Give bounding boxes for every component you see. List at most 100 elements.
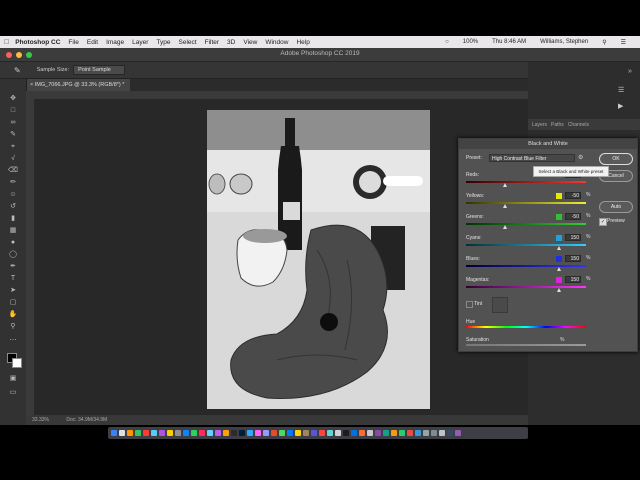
- menu-view[interactable]: View: [243, 39, 257, 46]
- dock-app-icon[interactable]: [399, 430, 405, 436]
- slider-track-yellows[interactable]: [466, 202, 586, 204]
- dock-app-icon[interactable]: [351, 430, 357, 436]
- path-select-icon[interactable]: ➤: [8, 287, 18, 295]
- more-tools-icon[interactable]: ⋯: [8, 337, 18, 345]
- dock-app-icon[interactable]: [287, 430, 293, 436]
- move-tool-icon[interactable]: ✥: [8, 95, 18, 103]
- dock-app-icon[interactable]: [343, 430, 349, 436]
- menu-help[interactable]: Help: [296, 39, 309, 46]
- eyedropper-tool-icon[interactable]: ✎: [14, 66, 21, 75]
- dock-app-icon[interactable]: [111, 430, 117, 436]
- dock-app-icon[interactable]: [375, 430, 381, 436]
- lasso-tool-icon[interactable]: ∞: [8, 119, 18, 127]
- type-tool-icon[interactable]: T: [8, 275, 18, 283]
- slider-thumb-yellows[interactable]: [503, 204, 508, 208]
- dock-app-icon[interactable]: [223, 430, 229, 436]
- clock[interactable]: Thu 8:46 AM: [492, 39, 526, 45]
- zoom-level[interactable]: 33.33%: [32, 417, 49, 423]
- value-input-magentas[interactable]: 150: [565, 276, 581, 283]
- dock-app-icon[interactable]: [423, 430, 429, 436]
- dock-app-icon[interactable]: [311, 430, 317, 436]
- menu-3d[interactable]: 3D: [227, 39, 235, 46]
- dock-app-icon[interactable]: [447, 430, 453, 436]
- tint-color-swatch[interactable]: [492, 297, 508, 313]
- tab-channels[interactable]: Channels: [568, 122, 589, 128]
- menu-list-icon[interactable]: ☰: [621, 39, 626, 46]
- value-input-cyans[interactable]: 150: [565, 234, 581, 241]
- ok-button[interactable]: OK: [599, 153, 633, 165]
- play-actions-icon[interactable]: ▶: [618, 102, 623, 110]
- quick-select-tool-icon[interactable]: ✎: [8, 131, 18, 139]
- slider-thumb-magentas[interactable]: [557, 288, 562, 292]
- dock-app-icon[interactable]: [455, 430, 461, 436]
- menu-window[interactable]: Window: [265, 39, 288, 46]
- sample-size-select[interactable]: Point Sample: [73, 65, 126, 75]
- menu-file[interactable]: File: [68, 39, 78, 46]
- dock-app-icon[interactable]: [231, 430, 237, 436]
- wifi-icon[interactable]: ○: [445, 39, 449, 45]
- dock-app-icon[interactable]: [439, 430, 445, 436]
- panel-menu-icon[interactable]: ☰: [618, 86, 624, 94]
- dock-app-icon[interactable]: [199, 430, 205, 436]
- slider-track-magentas[interactable]: [466, 286, 586, 288]
- blur-tool-icon[interactable]: ●: [8, 239, 18, 247]
- dock-app-icon[interactable]: [327, 430, 333, 436]
- slider-track-reds[interactable]: [466, 181, 586, 183]
- slider-track-cyans[interactable]: [466, 244, 586, 246]
- dialog-title[interactable]: Black and White: [459, 139, 637, 149]
- tab-layers[interactable]: Layers: [532, 122, 547, 128]
- dock-app-icon[interactable]: [295, 430, 301, 436]
- dock-app-icon[interactable]: [175, 430, 181, 436]
- battery-percent[interactable]: 100%: [463, 39, 478, 45]
- dock-app-icon[interactable]: [303, 430, 309, 436]
- healing-brush-icon[interactable]: ⌫: [8, 167, 18, 175]
- dock-app-icon[interactable]: [215, 430, 221, 436]
- brush-tool-icon[interactable]: ✏: [8, 179, 18, 187]
- slider-thumb-blues[interactable]: [557, 267, 562, 271]
- tint-checkbox[interactable]: [466, 301, 473, 308]
- preset-select[interactable]: High Contrast Blue Filter: [489, 154, 575, 162]
- eyedropper-icon[interactable]: √: [8, 155, 18, 163]
- dock-app-icon[interactable]: [391, 430, 397, 436]
- dock-app-icon[interactable]: [191, 430, 197, 436]
- menu-type[interactable]: Type: [156, 39, 170, 46]
- dock-app-icon[interactable]: [159, 430, 165, 436]
- dock-app-icon[interactable]: [263, 430, 269, 436]
- hue-slider[interactable]: [466, 326, 586, 328]
- menu-select[interactable]: Select: [179, 39, 197, 46]
- dock-app-icon[interactable]: [135, 430, 141, 436]
- dock-app-icon[interactable]: [335, 430, 341, 436]
- gradient-tool-icon[interactable]: ▦: [8, 227, 18, 235]
- dock-app-icon[interactable]: [431, 430, 437, 436]
- dock-app-icon[interactable]: [415, 430, 421, 436]
- dock-app-icon[interactable]: [143, 430, 149, 436]
- dock-app-icon[interactable]: [183, 430, 189, 436]
- slider-track-blues[interactable]: [466, 265, 586, 267]
- dock-app-icon[interactable]: [247, 430, 253, 436]
- zoom-tool-icon[interactable]: ⚲: [8, 323, 18, 331]
- dock-app-icon[interactable]: [271, 430, 277, 436]
- clone-stamp-icon[interactable]: ☺: [8, 191, 18, 199]
- value-input-blues[interactable]: 150: [565, 255, 581, 262]
- slider-thumb-reds[interactable]: [503, 183, 508, 187]
- collapse-panels-icon[interactable]: »: [628, 68, 632, 75]
- dock-app-icon[interactable]: [279, 430, 285, 436]
- close-tab-icon[interactable]: ×: [30, 82, 33, 88]
- eraser-tool-icon[interactable]: ▮: [8, 215, 18, 223]
- dock-app-icon[interactable]: [167, 430, 173, 436]
- dock-app-icon[interactable]: [207, 430, 213, 436]
- hand-tool-icon[interactable]: ✋: [8, 311, 18, 319]
- user-name[interactable]: Williams, Stephen: [540, 39, 588, 45]
- menu-image[interactable]: Image: [106, 39, 124, 46]
- dock-app-icon[interactable]: [319, 430, 325, 436]
- apple-icon[interactable]: : [4, 39, 9, 46]
- document-tab[interactable]: × IMG_7066.JPG @ 33.3% (RGB/8*) *: [26, 79, 130, 91]
- screen-mode-icon[interactable]: ▭: [8, 389, 18, 397]
- slider-track-greens[interactable]: [466, 223, 586, 225]
- menu-layer[interactable]: Layer: [132, 39, 148, 46]
- menu-app-name[interactable]: Photoshop CC: [15, 39, 60, 46]
- dodge-tool-icon[interactable]: ◯: [8, 251, 18, 259]
- value-input-greens[interactable]: -50: [565, 213, 581, 220]
- marquee-tool-icon[interactable]: □: [8, 107, 18, 115]
- pen-tool-icon[interactable]: ✒: [8, 263, 18, 271]
